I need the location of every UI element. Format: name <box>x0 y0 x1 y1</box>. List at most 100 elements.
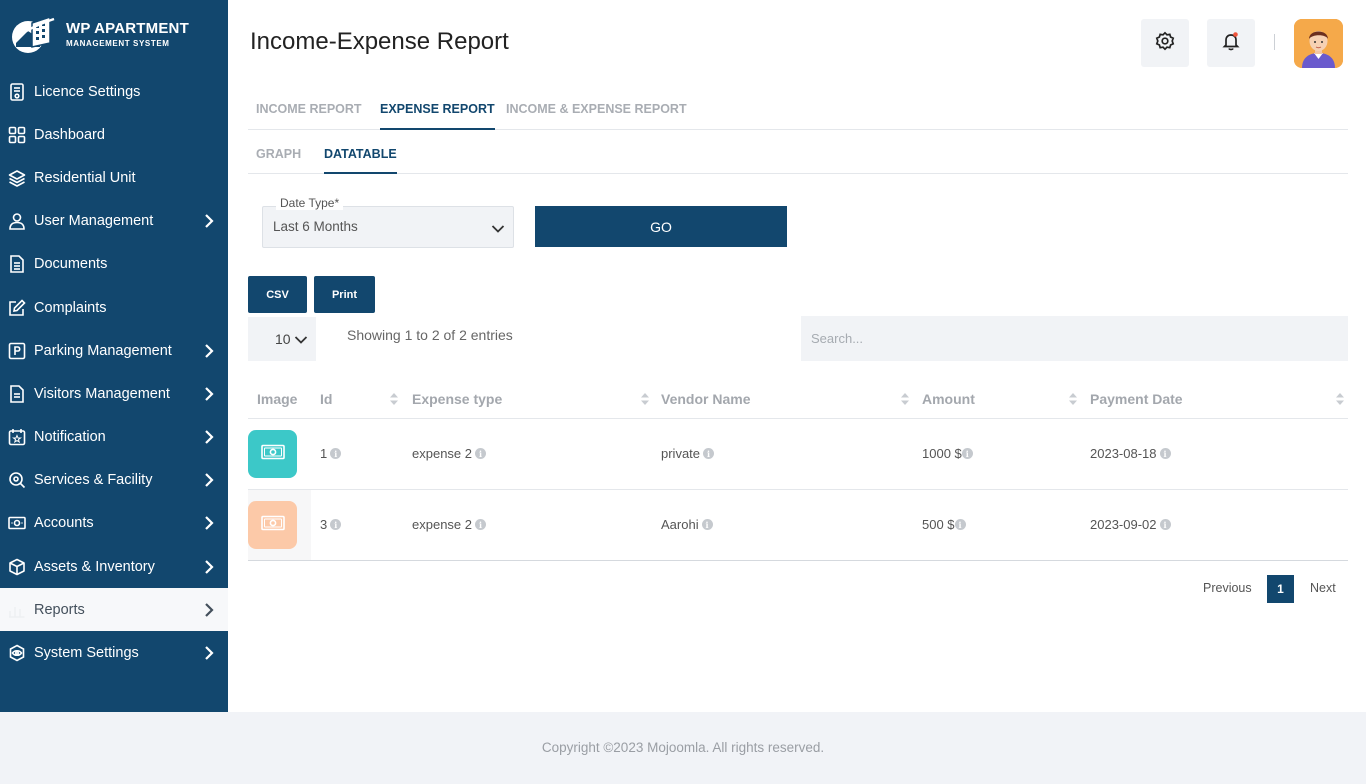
info-icon[interactable]: i <box>1159 519 1171 530</box>
sidebar-item-label: Licence Settings <box>34 83 141 100</box>
pagination-next[interactable]: Next <box>1310 581 1336 595</box>
info-icon[interactable]: i <box>330 448 342 459</box>
settings-button[interactable] <box>1141 19 1189 67</box>
table-header: Image Id Expense type Vendor Name Amount… <box>248 378 1348 419</box>
column-header-payment-date[interactable]: Payment Date <box>1090 378 1183 419</box>
box-icon <box>8 558 26 576</box>
report-tabs: INCOME REPORT EXPENSE REPORT INCOME & EX… <box>248 88 1348 130</box>
expense-type-value: expense 2 <box>412 517 472 532</box>
info-icon[interactable]: i <box>475 519 486 530</box>
sidebar-item-parking-management[interactable]: Parking Management <box>0 329 228 372</box>
document-icon <box>8 255 26 274</box>
sidebar-item-label: Services & Facility <box>34 472 153 489</box>
pagination-page[interactable]: 1 <box>1267 575 1294 603</box>
amount-value: 1000 $ <box>922 446 962 461</box>
money-icon <box>8 514 26 532</box>
services-icon <box>8 471 26 489</box>
csv-button[interactable]: CSV <box>248 276 307 313</box>
id-value: 3 <box>320 517 328 532</box>
sidebar-item-label: Accounts <box>34 515 94 532</box>
sidebar-item-notification[interactable]: Notification <box>0 416 228 459</box>
gear-icon <box>1155 31 1175 56</box>
chevron-down-icon <box>491 221 505 239</box>
column-header-expense-type[interactable]: Expense type <box>412 378 502 419</box>
search-input[interactable] <box>801 316 1348 361</box>
info-icon[interactable]: i <box>961 448 973 459</box>
chevron-right-icon <box>202 516 216 531</box>
sidebar-item-user-management[interactable]: User Management <box>0 200 228 243</box>
sidebar-item-label: User Management <box>34 213 154 230</box>
info-icon[interactable]: i <box>330 519 342 530</box>
sort-icon[interactable] <box>641 393 649 405</box>
sidebar-item-label: Dashboard <box>34 126 105 143</box>
tab-graph[interactable]: GRAPH <box>256 134 301 173</box>
sidebar-item-label: Residential Unit <box>34 169 136 186</box>
id-cell: 1i <box>320 446 342 461</box>
header-divider <box>1274 34 1275 50</box>
table-row[interactable]: 1i expense 2i private i 1000 $ i 2023-08-1… <box>248 419 1348 490</box>
amount-cell: 1000 $ i <box>922 446 973 461</box>
page-length-value: 10 <box>275 331 291 347</box>
info-icon[interactable]: i <box>954 519 966 530</box>
sidebar-item-residential-unit[interactable]: Residential Unit <box>0 156 228 199</box>
footer: Copyright ©2023 Mojoomla. All rights res… <box>0 712 1366 784</box>
expense-table: Image Id Expense type Vendor Name Amount… <box>248 378 1348 561</box>
sidebar-item-system-settings[interactable]: System Settings <box>0 631 228 674</box>
sort-icon[interactable] <box>390 393 398 405</box>
sort-icon[interactable] <box>901 393 909 405</box>
tab-income-report[interactable]: INCOME REPORT <box>256 88 362 129</box>
sidebar-item-services-facility[interactable]: Services & Facility <box>0 459 228 502</box>
payment-date-cell: 2023-08-18 i <box>1090 446 1171 461</box>
amount-cell: 500 $ i <box>922 517 966 532</box>
sidebar-item-visitors-management[interactable]: Visitors Management <box>0 372 228 415</box>
page-length-select[interactable]: 10 <box>248 317 316 361</box>
tab-expense-report[interactable]: EXPENSE REPORT <box>380 88 495 130</box>
chevron-right-icon <box>202 214 216 228</box>
info-icon[interactable]: i <box>703 448 715 459</box>
print-button[interactable]: Print <box>314 276 375 313</box>
date-type-select[interactable]: Last 6 Months <box>262 206 514 248</box>
chevron-down-icon <box>294 332 308 348</box>
expense-type-value: expense 2 <box>412 446 472 461</box>
info-icon[interactable]: i <box>701 519 713 530</box>
info-icon[interactable]: i <box>1159 448 1171 459</box>
id-cell: 3i <box>320 517 342 532</box>
notifications-button[interactable] <box>1207 19 1255 67</box>
sidebar-item-label: Documents <box>34 256 108 273</box>
avatar[interactable] <box>1294 19 1343 68</box>
table-row[interactable]: 3i expense 2i Aarohi i 500 $ i 2023-09-02 i <box>248 490 1348 561</box>
vendor-value: private <box>661 446 701 461</box>
calendar-star-icon <box>8 428 26 446</box>
expense-tile <box>248 501 297 549</box>
parking-icon <box>8 342 26 360</box>
sidebar-item-accounts[interactable]: Accounts <box>0 502 228 545</box>
edit-icon <box>8 298 26 317</box>
go-button[interactable]: GO <box>535 206 787 247</box>
info-icon[interactable]: i <box>475 448 486 459</box>
sidebar-item-label: Parking Management <box>34 342 172 359</box>
sidebar-item-label: System Settings <box>34 645 139 662</box>
sort-icon[interactable] <box>1336 393 1344 405</box>
app-logo[interactable]: WP APARTMENT MANAGEMENT SYSTEM <box>10 12 220 56</box>
image-cell <box>248 490 311 560</box>
tab-income-expense-report[interactable]: INCOME & EXPENSE REPORT <box>506 88 687 129</box>
sidebar-item-complaints[interactable]: Complaints <box>0 286 228 329</box>
column-header-amount[interactable]: Amount <box>922 378 975 419</box>
sidebar-item-dashboard[interactable]: Dashboard <box>0 113 228 156</box>
pagination-previous[interactable]: Previous <box>1203 581 1252 595</box>
sidebar-item-licence-settings[interactable]: Licence Settings <box>0 70 228 113</box>
amount-value: 500 $ <box>922 517 955 532</box>
vendor-cell: Aarohi i <box>661 517 713 532</box>
sidebar-item-label: Assets & Inventory <box>34 558 155 575</box>
sidebar-nav: Licence Settings Dashboard Residential U… <box>0 70 228 675</box>
money-icon <box>260 444 285 465</box>
sort-icon[interactable] <box>1069 393 1077 405</box>
column-header-id[interactable]: Id <box>320 378 332 419</box>
column-header-vendor-name[interactable]: Vendor Name <box>661 378 750 419</box>
tab-datatable[interactable]: DATATABLE <box>324 134 397 174</box>
sidebar-item-reports[interactable]: Reports <box>0 588 228 632</box>
sidebar-item-documents[interactable]: Documents <box>0 243 228 286</box>
sidebar-item-assets-inventory[interactable]: Assets & Inventory <box>0 545 228 588</box>
visitors-icon <box>8 385 26 403</box>
user-icon <box>8 212 26 230</box>
